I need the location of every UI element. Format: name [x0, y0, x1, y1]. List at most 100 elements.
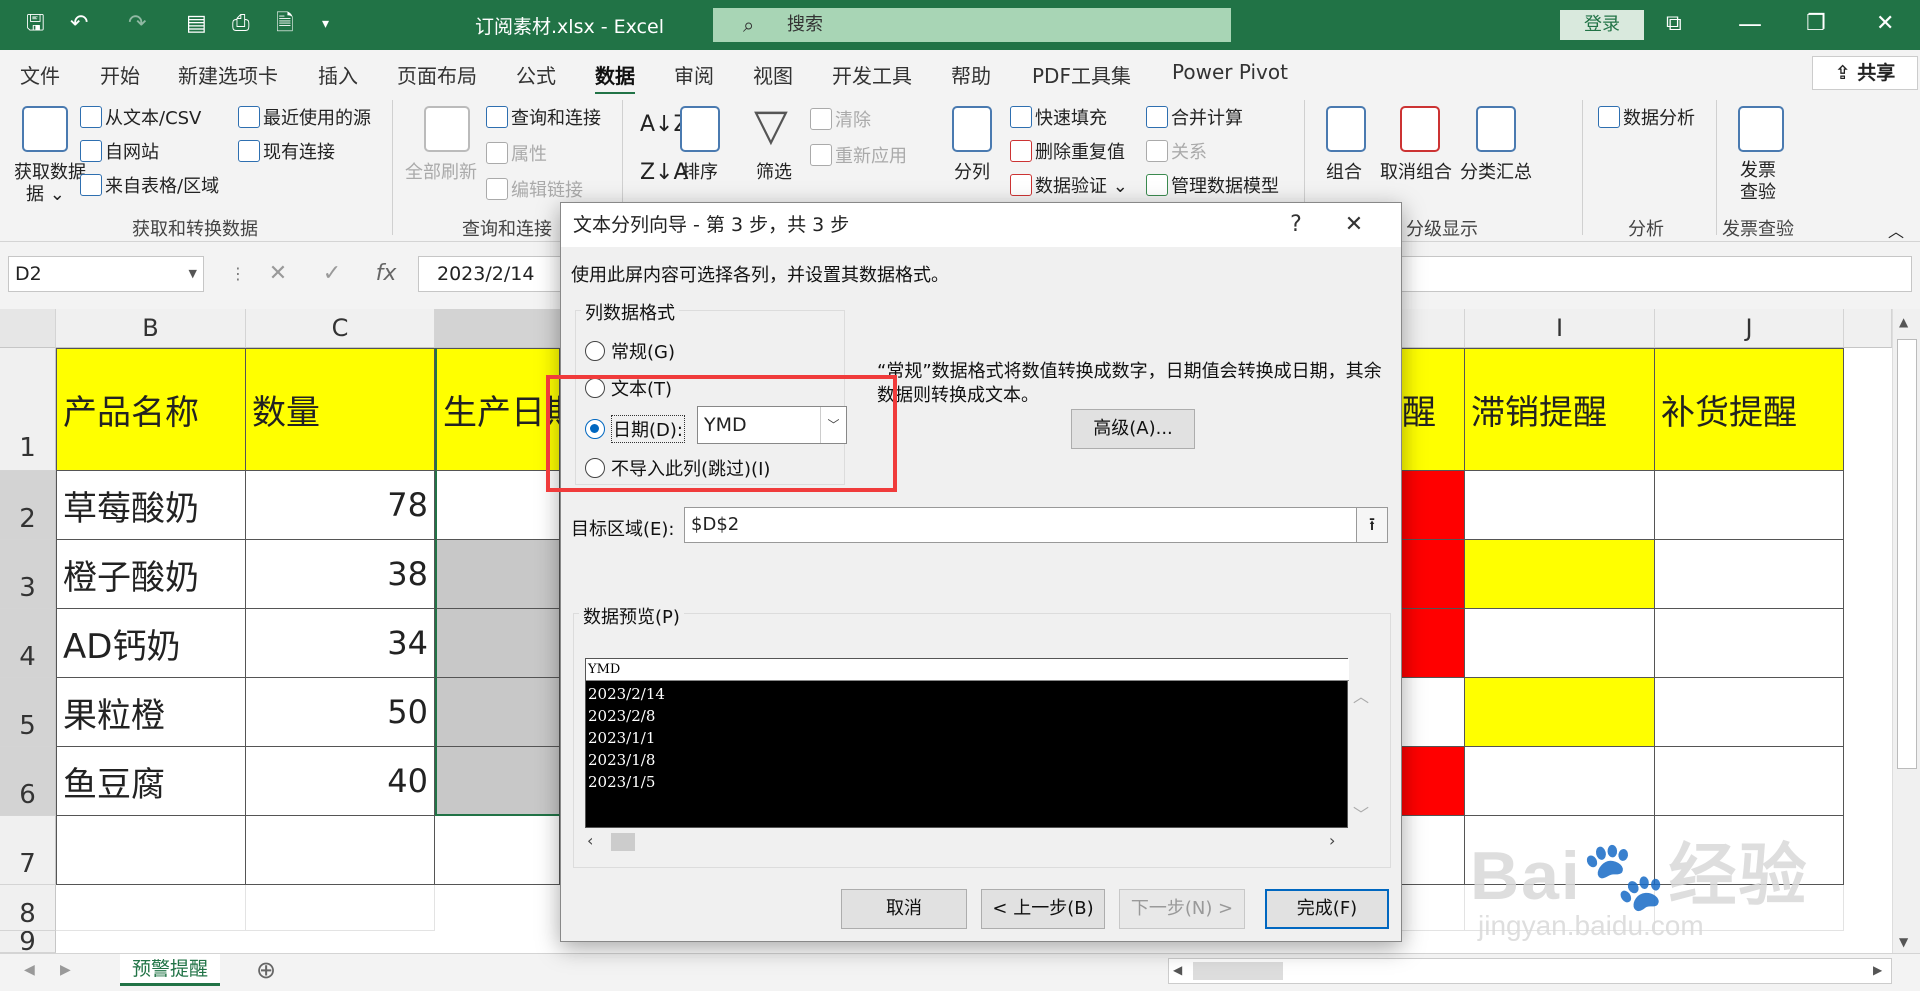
confirm-entry-icon[interactable]: ✓: [312, 256, 352, 292]
clear-button[interactable]: 清除: [810, 106, 871, 132]
row-header-1[interactable]: 1: [0, 348, 56, 471]
cell-restock[interactable]: [1655, 609, 1844, 678]
cell-slow-sale[interactable]: [1465, 609, 1655, 678]
column-header-j[interactable]: J: [1655, 309, 1844, 348]
scroll-down-icon[interactable]: ▼: [1899, 935, 1908, 949]
recent-sources-button[interactable]: 最近使用的源: [238, 104, 371, 130]
cell-empty[interactable]: [56, 816, 246, 885]
tab-formulas[interactable]: 公式: [516, 60, 556, 89]
cell-restock[interactable]: [1655, 678, 1844, 747]
refresh-all-button[interactable]: 全部刷新: [405, 158, 477, 184]
tab-file[interactable]: 文件: [20, 60, 60, 89]
tab-pdf-tools[interactable]: PDF工具集: [1032, 60, 1131, 89]
column-header-i[interactable]: I: [1465, 309, 1655, 348]
camera-icon[interactable]: ⎙: [232, 10, 250, 38]
cell-slow-sale[interactable]: [1465, 471, 1655, 540]
grid-cell[interactable]: [1402, 885, 1465, 931]
row-header-2[interactable]: 2: [0, 471, 56, 540]
cell-date-selected[interactable]: [435, 747, 560, 816]
from-web-button[interactable]: 自网站: [80, 138, 159, 164]
preview-scroll-down-icon[interactable]: ﹀: [1353, 801, 1369, 825]
finish-button[interactable]: 完成(F): [1265, 889, 1389, 929]
undo-icon[interactable]: ↶: [70, 10, 88, 38]
collapse-ribbon-icon[interactable]: ︿: [1888, 218, 1904, 242]
cell-empty[interactable]: [1402, 816, 1465, 885]
cell-restock[interactable]: [1655, 540, 1844, 609]
header-expiry-alert[interactable]: 醒: [1402, 348, 1465, 471]
cancel-entry-icon[interactable]: ✕: [258, 256, 298, 292]
scroll-right-icon[interactable]: ▶: [1873, 963, 1882, 977]
cell-product-name[interactable]: 草莓酸奶: [56, 471, 246, 540]
document-icon[interactable]: 🗎: [276, 10, 294, 38]
existing-connections-button[interactable]: 现有连接: [238, 138, 335, 164]
scroll-left-icon[interactable]: ◀: [1173, 963, 1182, 977]
data-validation-button[interactable]: 数据验证 ⌄: [1010, 172, 1128, 198]
cell-slow-sale[interactable]: [1465, 747, 1655, 816]
cell-product-name[interactable]: 橙子酸奶: [56, 540, 246, 609]
preview-scroll-up-icon[interactable]: ︿: [1353, 683, 1369, 707]
row-header-9[interactable]: 9: [0, 931, 56, 953]
tab-data[interactable]: 数据: [595, 60, 635, 95]
column-header-b[interactable]: B: [56, 309, 246, 348]
cell-alert-red[interactable]: [1402, 540, 1465, 609]
preview-hscroll-thumb[interactable]: [611, 833, 635, 851]
cell-date-selected[interactable]: [435, 540, 560, 609]
header-quantity[interactable]: 数量: [246, 348, 435, 471]
grid-cell[interactable]: [246, 885, 435, 931]
consolidate-button[interactable]: 合并计算: [1146, 104, 1243, 130]
cell-quantity[interactable]: 34: [246, 609, 435, 678]
cell-alert-red[interactable]: [1402, 609, 1465, 678]
data-preview[interactable]: YMD 2023/2/14 2023/2/8 2023/1/1 2023/1/8…: [585, 658, 1349, 828]
row-header-5[interactable]: 5: [0, 678, 56, 747]
advanced-button[interactable]: 高级(A)...: [1071, 409, 1195, 449]
hscroll-thumb[interactable]: [1193, 962, 1283, 980]
prev-sheet-icon[interactable]: ◀: [24, 962, 35, 978]
flash-fill-button[interactable]: 快速填充: [1010, 104, 1107, 130]
destination-input[interactable]: $D$2: [684, 507, 1369, 543]
row-header-4[interactable]: 4: [0, 609, 56, 678]
reapply-button[interactable]: 重新应用: [810, 142, 907, 168]
tab-review[interactable]: 审阅: [674, 60, 714, 89]
tab-home[interactable]: 开始: [100, 60, 140, 89]
cell-empty[interactable]: [246, 816, 435, 885]
cell-quantity[interactable]: 40: [246, 747, 435, 816]
invoice-check-button-line2[interactable]: 查验: [1740, 178, 1776, 204]
row-header-6[interactable]: 6: [0, 747, 56, 816]
row-header-7[interactable]: 7: [0, 816, 56, 885]
column-header-c[interactable]: C: [246, 309, 435, 348]
radio-general[interactable]: 常规(G): [585, 338, 675, 364]
header-slow-sale-alert[interactable]: 滞销提醒: [1465, 348, 1655, 471]
queries-connections-button[interactable]: 查询和连接: [486, 104, 601, 130]
properties-button[interactable]: 属性: [486, 140, 547, 166]
vertical-scrollbar[interactable]: ▲ ▼: [1892, 309, 1920, 953]
cell-quantity[interactable]: 50: [246, 678, 435, 747]
header-restock-alert[interactable]: 补货提醒: [1655, 348, 1844, 471]
tab-power-pivot[interactable]: Power Pivot: [1172, 60, 1288, 84]
collapse-range-icon[interactable]: ⭱: [1356, 507, 1388, 543]
redo-icon[interactable]: ↷: [128, 10, 146, 38]
cancel-button[interactable]: 取消: [841, 889, 967, 929]
cell-date-selected[interactable]: [435, 678, 560, 747]
tab-insert[interactable]: 插入: [318, 60, 358, 89]
tab-page-layout[interactable]: 页面布局: [397, 60, 477, 89]
manage-data-model-button[interactable]: 管理数据模型: [1146, 172, 1279, 198]
edit-links-button[interactable]: 编辑链接: [486, 176, 583, 202]
minimize-icon[interactable]: —: [1738, 10, 1762, 38]
cell-alert-red[interactable]: [1402, 471, 1465, 540]
row-header-3[interactable]: 3: [0, 540, 56, 609]
name-box[interactable]: D2 ▼: [8, 256, 204, 292]
next-button[interactable]: 下一步(N) >: [1119, 889, 1245, 929]
scroll-up-icon[interactable]: ▲: [1899, 315, 1908, 329]
preview-column-header[interactable]: YMD: [586, 659, 1349, 681]
row-header-8[interactable]: 8: [0, 885, 56, 931]
share-button[interactable]: ⇪ 共享: [1812, 56, 1918, 90]
data-analysis-button[interactable]: 数据分析: [1598, 104, 1695, 130]
cell-restock[interactable]: [1655, 747, 1844, 816]
next-sheet-icon[interactable]: ▶: [60, 962, 71, 978]
back-button[interactable]: < 上一步(B): [981, 889, 1105, 929]
scrollbar-thumb[interactable]: [1897, 339, 1917, 769]
group-button[interactable]: 组合: [1326, 158, 1362, 184]
tab-developer[interactable]: 开发工具: [832, 60, 912, 89]
header-production-date[interactable]: 生产日期: [435, 348, 560, 471]
remove-duplicates-button[interactable]: 删除重复值: [1010, 138, 1125, 164]
